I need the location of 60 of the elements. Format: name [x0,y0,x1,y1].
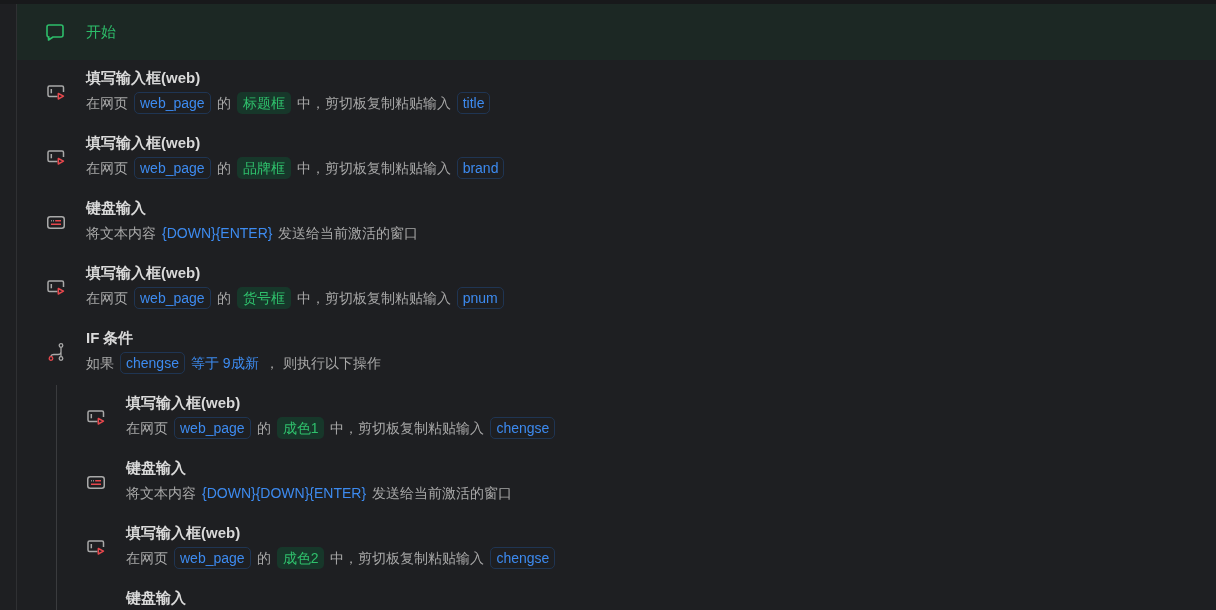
element-tag: 成色2 [276,547,325,569]
keyboard-icon [47,215,65,229]
description-text: 中，剪切板复制粘贴输入 [296,289,451,308]
variable-tag: web_page [134,157,211,179]
description-text: ， 则执行以下操作 [264,354,381,373]
description-text: 将文本内容 [126,484,196,503]
description-text: 在网页 [126,419,168,438]
input-box-icon [47,149,65,165]
step-title: 填写输入框(web) [126,393,242,413]
keyboard-icon [87,475,105,489]
step-title: 键盘输入 [86,198,147,218]
description-text: 中，剪切板复制粘贴输入 [330,549,485,568]
element-tag: 成色1 [276,417,325,439]
description-text: 的 [256,549,271,568]
input-box-icon [87,539,105,555]
variable-tag: pnum [456,287,504,309]
variable-tag: chengse [490,547,556,569]
element-tag: 货号框 [236,287,291,309]
branch-icon [48,343,64,361]
description-text: 在网页 [126,549,168,568]
variable-tag: web_page [174,417,251,439]
step-title: 键盘输入 [126,458,187,478]
variable-tag: web_page [174,547,251,569]
element-tag: 品牌框 [236,157,291,179]
value-text: 等于 9成新 [190,354,259,373]
variable-tag: chengse [120,352,185,374]
description-text: 在网页 [86,159,128,178]
step-title: 填写输入框(web) [126,523,242,543]
variable-tag: web_page [134,287,211,309]
start-label: 开始 [86,22,116,42]
input-box-icon [47,279,65,295]
description-text: 将文本内容 [86,224,156,243]
description-text: 中，剪切板复制粘贴输入 [330,419,485,438]
description-text: 发送给当前激活的窗口 [372,484,513,503]
step-title: 键盘输入 [126,588,186,608]
variable-tag: chengse [490,417,556,439]
description-text: 的 [216,159,231,178]
element-tag: 标题框 [236,92,291,114]
description-text: 中，剪切板复制粘贴输入 [296,94,451,113]
input-box-icon [87,409,105,425]
variable-tag: web_page [134,92,211,114]
value-text: {DOWN}{DOWN}{ENTER} [202,484,367,503]
description-text: 的 [216,94,231,113]
input-box-icon [47,84,65,100]
description-text: 的 [216,289,231,308]
description-text: 的 [256,419,271,438]
start-step[interactable]: 开始 [17,4,1216,60]
variable-tag: title [456,92,491,114]
description-text: 在网页 [86,289,128,308]
step-title: 填写输入框(web) [86,133,202,153]
description-text: 在网页 [86,94,128,113]
description-text: 如果 [86,354,114,373]
description-text: 中，剪切板复制粘贴输入 [296,159,451,178]
variable-tag: brand [456,157,505,179]
step-title: 填写输入框(web) [86,263,202,283]
value-text: {DOWN}{ENTER} [162,224,273,243]
description-text: 发送给当前激活的窗口 [278,224,419,243]
chat-bubble-icon [46,23,64,41]
step-title: IF 条件 [86,328,135,348]
step-title: 填写输入框(web) [86,68,202,88]
